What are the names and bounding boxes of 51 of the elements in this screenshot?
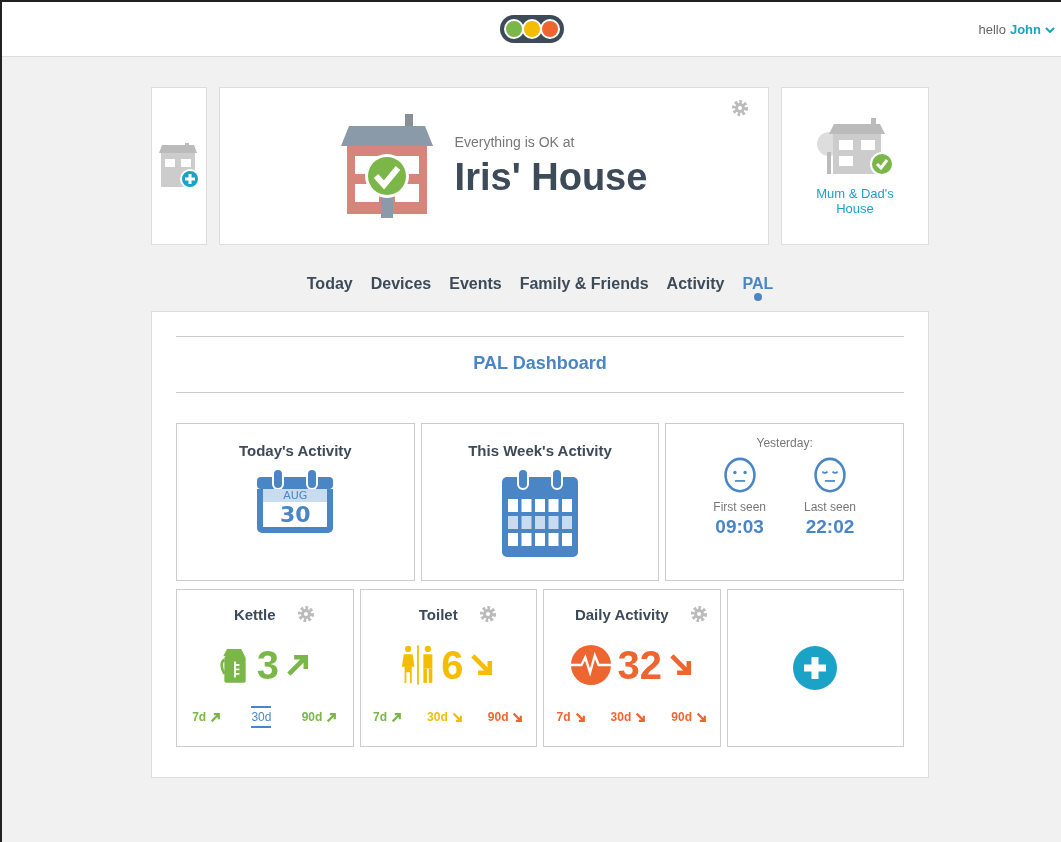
summary-card[interactable]: This Week's Activity bbox=[420, 423, 660, 581]
sensor-name: Daily Activity bbox=[574, 605, 669, 623]
seen-time: 09:03 bbox=[715, 516, 764, 538]
settings-icon[interactable] bbox=[295, 604, 316, 624]
user-menu[interactable]: hello John bbox=[978, 22, 1055, 37]
nav-tab[interactable]: Family & Friends bbox=[519, 275, 649, 299]
period-tab[interactable]: 7d bbox=[556, 706, 586, 728]
add-sensor-button[interactable] bbox=[726, 589, 904, 747]
card-title: Yesterday: bbox=[756, 436, 813, 450]
other-house-button[interactable]: Mum & Dad's House bbox=[781, 87, 929, 245]
seen-label: First seen bbox=[713, 500, 766, 514]
settings-icon[interactable] bbox=[730, 98, 750, 118]
heartbeat-icon bbox=[569, 644, 612, 686]
sleeping-face-icon bbox=[813, 456, 847, 494]
period-tab[interactable]: 30d bbox=[251, 706, 272, 728]
awake-face-icon bbox=[722, 456, 757, 494]
nav-tab[interactable]: PAL bbox=[742, 275, 774, 299]
plus-icon bbox=[793, 646, 838, 690]
period-tab[interactable]: 90d bbox=[487, 706, 524, 728]
sensor-card[interactable]: Daily Activity 32 7d 30d 90d bbox=[543, 589, 721, 747]
period-tab[interactable]: 7d bbox=[192, 706, 222, 728]
sensor-card[interactable]: Kettle 3 7d 30d 90d bbox=[176, 589, 354, 747]
nav-tab[interactable]: Events bbox=[449, 275, 502, 299]
summary-card[interactable]: Today's Activity AUG 30 bbox=[176, 423, 415, 581]
sensor-name: Kettle bbox=[233, 605, 276, 623]
logo-icon bbox=[498, 14, 565, 44]
period-tab[interactable]: 90d bbox=[301, 706, 338, 728]
card-title: Today's Activity bbox=[238, 442, 352, 459]
card-title: This Week's Activity bbox=[468, 442, 612, 459]
house-name: Iris' House bbox=[454, 155, 648, 199]
period-tab[interactable]: 90d bbox=[671, 706, 707, 728]
seen-label: Last seen bbox=[804, 500, 857, 514]
calendar-icon bbox=[502, 469, 578, 557]
sensor-card[interactable]: Toilet 6 7d 30d 90d bbox=[359, 589, 537, 747]
summary-card[interactable]: Yesterday: First seen 09:03 Last seen 22:02 bbox=[665, 423, 904, 581]
period-tab[interactable]: 7d bbox=[373, 706, 403, 728]
dashboard-title: PAL Dashboard bbox=[472, 352, 608, 375]
sensor-count: 32 bbox=[617, 642, 662, 688]
house-status: Everything is OK at bbox=[454, 133, 576, 150]
nav-tab[interactable]: Today bbox=[306, 275, 353, 299]
seen-time: 22:02 bbox=[805, 516, 855, 538]
nav-tab[interactable]: Activity bbox=[666, 275, 725, 299]
sensor-count: 3 bbox=[256, 642, 279, 688]
add-house-button[interactable] bbox=[151, 87, 207, 245]
period-tab[interactable]: 30d bbox=[610, 706, 647, 728]
chevron-down-icon bbox=[1045, 26, 1055, 33]
nav-tab[interactable]: Devices bbox=[370, 275, 432, 299]
sensor-count: 6 bbox=[441, 642, 464, 688]
settings-icon[interactable] bbox=[688, 604, 709, 624]
settings-icon[interactable] bbox=[477, 604, 498, 624]
sensor-name: Toilet bbox=[418, 605, 458, 623]
